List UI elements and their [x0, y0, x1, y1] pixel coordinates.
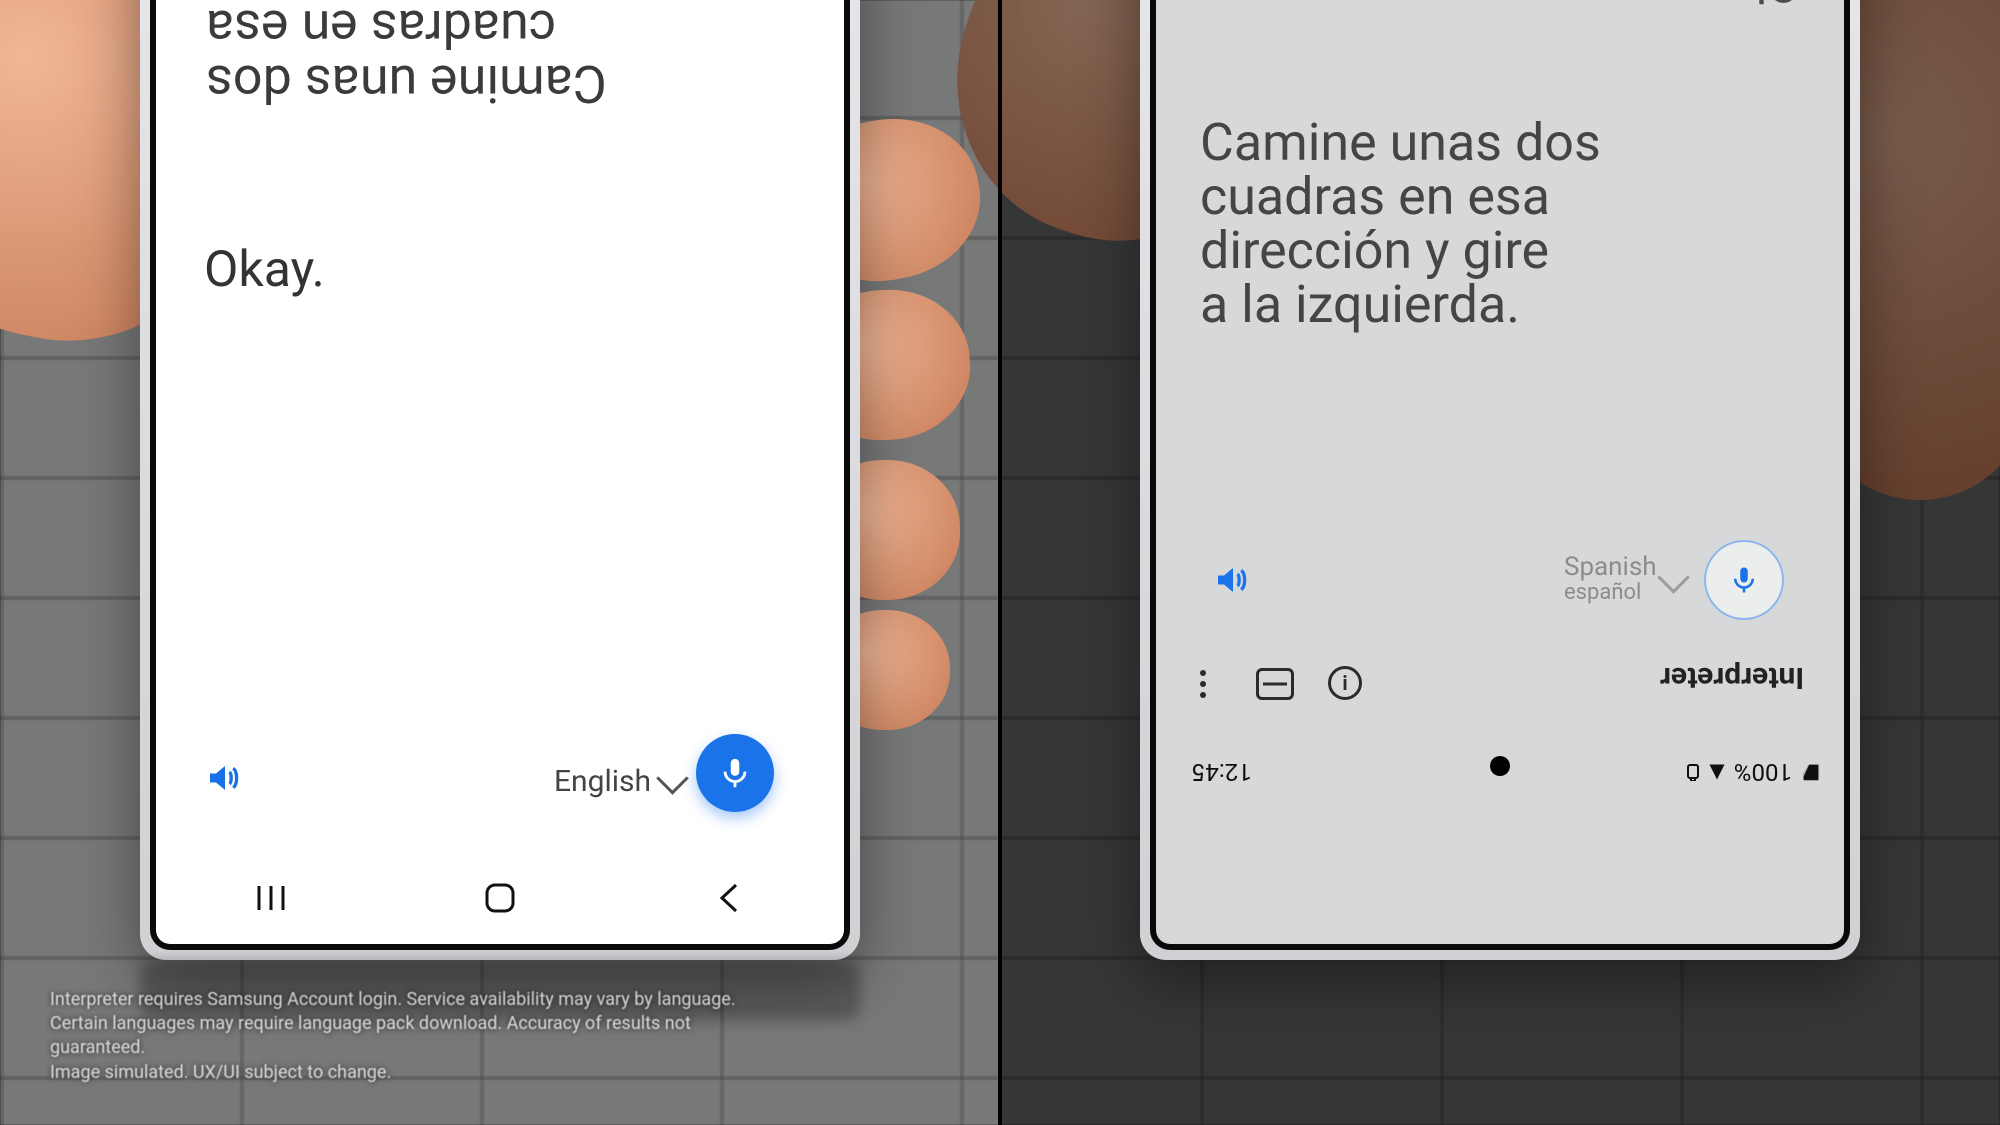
left-controls-row: English	[156, 734, 844, 834]
right-half: Okay. Camine unas dos cuadras en esa dir…	[1000, 0, 2000, 1125]
language-selector[interactable]: English	[554, 764, 684, 799]
microphone-button[interactable]	[1704, 540, 1784, 620]
split-view-icon[interactable]	[1256, 668, 1294, 700]
nav-recents-button[interactable]	[248, 875, 294, 921]
speaker-icon[interactable]	[1212, 562, 1248, 598]
language-label: English	[554, 764, 651, 799]
phone-right: Okay. Camine unas dos cuadras en esa dir…	[1140, 0, 1860, 960]
android-nav-bar	[156, 852, 844, 944]
microphone-button[interactable]	[696, 734, 774, 812]
nav-back-button[interactable]	[706, 875, 752, 921]
status-clock: 12:45	[1192, 758, 1252, 786]
other-party-text-content: Camine unas dos cuadras en esa dirección…	[206, 0, 794, 110]
self-text: Okay.	[204, 241, 325, 299]
other-party-text: Camine unas dos cuadras en esa dirección…	[156, 0, 844, 110]
more-menu-icon[interactable]	[1200, 670, 1206, 698]
language-label-line2: español	[1564, 581, 1641, 604]
speaker-icon[interactable]	[204, 760, 240, 796]
language-label-line1: Spanish	[1564, 554, 1657, 581]
translation-text: Camine unas dos cuadras en esa dirección…	[1200, 116, 1601, 332]
status-battery-pct: 100%	[1734, 758, 1792, 786]
phone-left-screen: Camine unas dos cuadras en esa dirección…	[156, 0, 844, 944]
camera-punch-hole	[1490, 756, 1510, 776]
right-controls-row: Spanish español	[1156, 536, 1844, 626]
chevron-down-icon	[1657, 561, 1690, 594]
split-divider	[998, 0, 1002, 1125]
phone-left: Camine unas dos cuadras en esa dirección…	[140, 0, 860, 960]
other-party-text-right: Okay.	[1684, 0, 1800, 13]
chevron-down-icon	[656, 762, 689, 795]
left-half: Camine unas dos cuadras en esa dirección…	[0, 0, 1000, 1125]
nav-home-button[interactable]	[477, 875, 523, 921]
status-battery: 100%	[1686, 758, 1822, 786]
app-title: Interpreter	[1660, 660, 1804, 695]
language-selector[interactable]: Spanish español	[1564, 554, 1657, 604]
info-icon[interactable]: i	[1328, 666, 1362, 700]
phone-right-screen: Okay. Camine unas dos cuadras en esa dir…	[1156, 0, 1844, 944]
action-bar: i Interpreter	[1156, 656, 1844, 720]
disclaimer-text: Interpreter requires Samsung Account log…	[50, 988, 770, 1085]
